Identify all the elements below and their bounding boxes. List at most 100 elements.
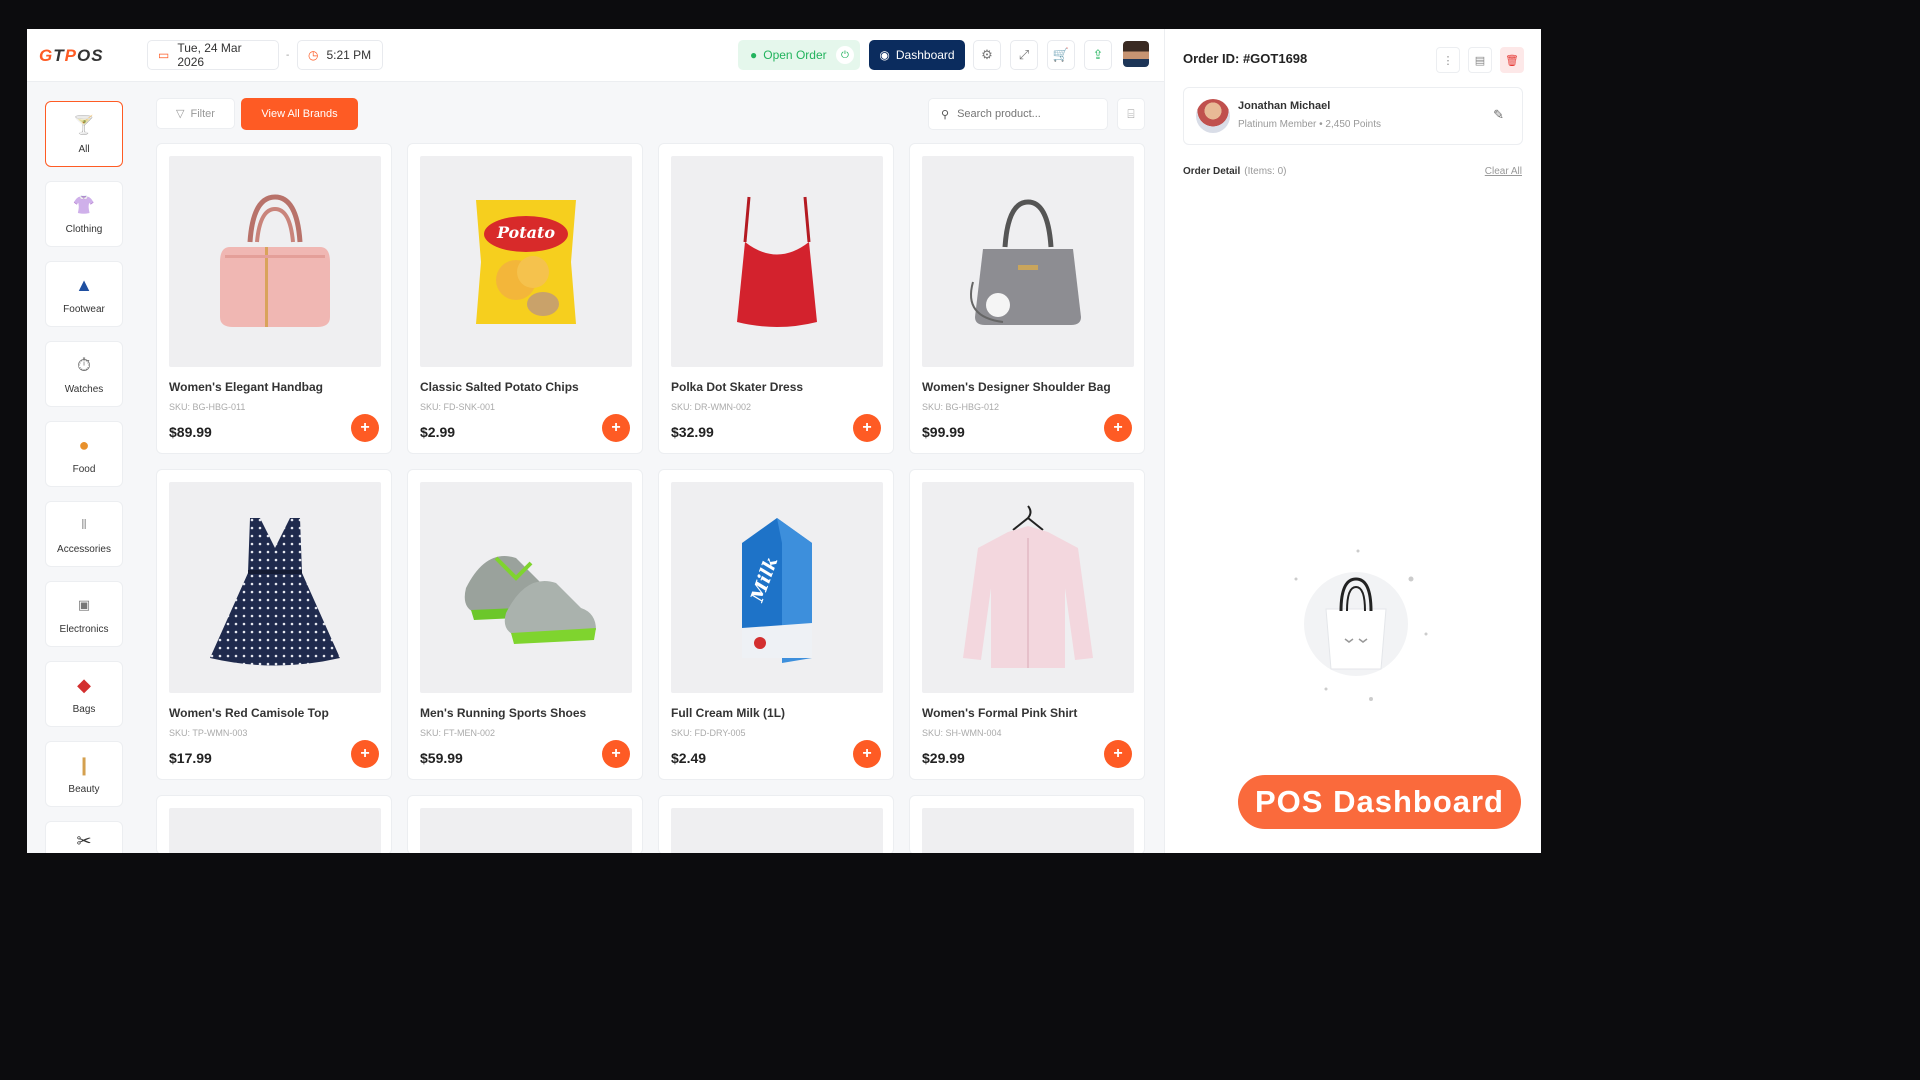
product-card[interactable]: Potato Classic Salted Potato Chips SKU: … (407, 143, 643, 454)
product-card[interactable] (658, 795, 894, 853)
shoe-icon: ▲ (75, 274, 93, 295)
time-chip[interactable]: ◷ 5:21 PM (297, 40, 383, 70)
barcode-icon: ⌸ (1127, 106, 1135, 121)
product-sku: SKU: BG-HBG-011 (169, 402, 246, 412)
product-sku: SKU: FT-MEN-002 (420, 728, 496, 738)
add-to-cart-button[interactable]: + (602, 740, 630, 768)
delete-order-button[interactable]: 🗑 (1500, 47, 1524, 73)
product-image (420, 482, 632, 693)
product-image (922, 808, 1134, 853)
calendar-icon: ▭ (158, 48, 170, 62)
product-name: Women's Red Camisole Top (169, 706, 329, 720)
plus-icon: + (1113, 745, 1123, 762)
open-order-label: Open Order (763, 48, 827, 62)
logo[interactable]: GTPOS (39, 46, 104, 66)
settings-button[interactable]: ⚙ (973, 40, 1001, 70)
date-chip[interactable]: ▭ Tue, 24 Mar 2026 (147, 40, 279, 70)
add-to-cart-button[interactable]: + (602, 414, 630, 442)
view-all-brands-button[interactable]: View All Brands (241, 98, 358, 130)
milk-carton-image: Milk (742, 517, 812, 663)
open-order-button[interactable]: ● Open Order ⏻ (738, 40, 860, 70)
handbag-image (220, 193, 330, 327)
product-card[interactable] (156, 795, 392, 853)
search-icon: ⚲ (941, 108, 950, 121)
category-all[interactable]: 🍸 All (45, 101, 123, 167)
category-sidebar: 🍸 All 👚 Clothing ▲ Footwear ⏱ Watches ● Food … (45, 101, 123, 853)
dashboard-button[interactable]: ◉ Dashboard (869, 40, 965, 70)
time-text: 5:21 PM (326, 48, 372, 62)
plus-icon: + (360, 745, 370, 762)
app-frame: GTPOS ▭ Tue, 24 Mar 2026 - ◷ 5:21 PM ● O… (27, 29, 1541, 853)
category-food[interactable]: ● Food (45, 421, 123, 487)
edit-customer-button[interactable]: ✎ (1493, 107, 1504, 123)
product-image (922, 156, 1134, 367)
funnel-icon: ▽ (176, 108, 185, 120)
glass-icon: 🍸 (72, 114, 96, 135)
customer-card[interactable]: Jonathan Michael Platinum Member • 2,450… (1183, 87, 1523, 145)
product-name: Men's Running Sports Shoes (420, 706, 587, 720)
product-card[interactable] (407, 795, 643, 853)
clear-all-link[interactable]: Clear All (1485, 166, 1522, 177)
product-price: $2.49 (671, 750, 707, 766)
product-card[interactable] (909, 795, 1145, 853)
category-clothing[interactable]: 👚 Clothing (45, 181, 123, 247)
pink-shirt-image (963, 504, 1093, 668)
category-accessories[interactable]: ⫴ Accessories (45, 501, 123, 567)
product-name: Women's Designer Shoulder Bag (922, 380, 1111, 394)
add-to-cart-button[interactable]: + (1104, 740, 1132, 768)
share-button[interactable]: ⇪ (1084, 40, 1112, 70)
product-card[interactable]: Women's Elegant Handbag SKU: BG-HBG-011 … (156, 143, 392, 454)
product-card[interactable]: Women's Formal Pink Shirt SKU: SH-WMN-00… (909, 469, 1145, 780)
chips-bag-image: Potato (476, 199, 576, 324)
red-top-image (737, 196, 817, 327)
category-beauty[interactable]: ❙ Beauty (45, 741, 123, 807)
scan-button[interactable]: ⌸ (1117, 98, 1145, 130)
svg-text:Potato: Potato (496, 223, 555, 242)
kebab-icon: ⋮ (1442, 54, 1454, 67)
plus-icon: + (862, 745, 872, 762)
product-image (169, 808, 381, 853)
product-image (420, 808, 632, 853)
product-card[interactable]: Milk Full Cream Milk (1L) SKU: FD-DRY-00… (658, 469, 894, 780)
product-image (671, 808, 883, 853)
product-name: Women's Formal Pink Shirt (922, 706, 1078, 720)
category-electronics[interactable]: ▣ Electronics (45, 581, 123, 647)
tools-icon: ✂ (76, 831, 92, 851)
add-to-cart-button[interactable]: + (853, 740, 881, 768)
add-to-cart-button[interactable]: + (351, 414, 379, 442)
product-name: Classic Salted Potato Chips (420, 380, 579, 394)
customer-membership: Platinum Member • 2,450 Points (1238, 119, 1382, 130)
category-footwear[interactable]: ▲ Footwear (45, 261, 123, 327)
add-to-cart-button[interactable]: + (853, 414, 881, 442)
product-card[interactable]: Men's Running Sports Shoes SKU: FT-MEN-0… (407, 469, 643, 780)
sweater-icon: 👚 (72, 194, 96, 215)
category-bags[interactable]: ◆ Bags (45, 661, 123, 727)
cart-button[interactable]: 🛒 (1047, 40, 1075, 70)
add-to-cart-button[interactable]: + (1104, 414, 1132, 442)
product-sku: SKU: BG-HBG-012 (922, 402, 1000, 412)
category-more[interactable]: ✂ (45, 821, 123, 853)
electronics-icon: ▣ (77, 596, 91, 612)
product-image: Potato (420, 156, 632, 367)
add-to-cart-button[interactable]: + (351, 740, 379, 768)
category-watches[interactable]: ⏱ Watches (45, 341, 123, 407)
running-shoes-image (464, 555, 596, 644)
product-price: $99.99 (922, 424, 965, 440)
product-sku: SKU: FD-SNK-001 (420, 402, 496, 412)
product-price: $59.99 (420, 750, 463, 766)
fullscreen-button[interactable]: ⤢ (1010, 40, 1038, 70)
user-avatar[interactable] (1123, 41, 1149, 67)
product-card[interactable]: Women's Red Camisole Top SKU: TP-WMN-003… (156, 469, 392, 780)
product-card[interactable]: Polka Dot Skater Dress SKU: DR-WMN-002 $… (658, 143, 894, 454)
product-sku: SKU: FD-DRY-005 (671, 728, 746, 738)
product-image (922, 482, 1134, 693)
product-card[interactable]: Women's Designer Shoulder Bag SKU: BG-HB… (909, 143, 1145, 454)
accessories-icon: ⫴ (81, 516, 87, 532)
filter-button[interactable]: ▽ Filter (156, 98, 235, 129)
chip-separator: - (286, 50, 290, 61)
bag-icon: ◆ (77, 674, 91, 695)
export-button[interactable]: ▤ (1468, 47, 1492, 73)
more-options-button[interactable]: ⋮ (1436, 47, 1460, 73)
items-count: (Items: 0) (1244, 166, 1287, 177)
search-input[interactable] (957, 108, 1088, 120)
